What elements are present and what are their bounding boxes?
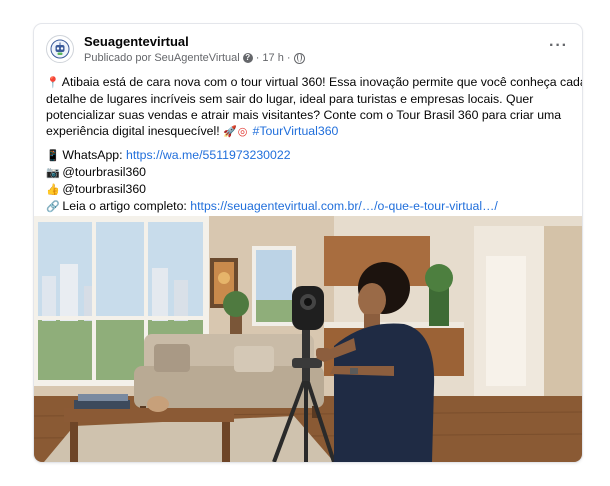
photo-illustration bbox=[34, 216, 582, 462]
text-line: 📍 Atibaia está de cara nova com o tour v… bbox=[46, 75, 582, 89]
text-line: experiência digital inesquecível! 🚀◎ #To… bbox=[46, 124, 339, 138]
phone-icon: 📱 bbox=[46, 150, 60, 162]
meta-dot: · bbox=[255, 52, 260, 64]
robot-logo-icon bbox=[50, 39, 70, 59]
rocket-icon: 🚀 bbox=[223, 126, 237, 138]
whatsapp-link[interactable]: https://wa.me/5511973230022 bbox=[126, 148, 291, 162]
pin-icon: 📍 bbox=[46, 77, 60, 89]
post-time[interactable]: 17 h bbox=[262, 52, 283, 64]
article-link[interactable]: https://seuagentevirtual.com.br/…/o-que-… bbox=[190, 199, 498, 213]
article-line: 🔗 Leia o artigo completo: https://seuage… bbox=[46, 199, 498, 213]
post-text: 📍 Atibaia está de cara nova com o tour v… bbox=[46, 74, 582, 222]
post-paragraph: 📍 Atibaia está de cara nova com o tour v… bbox=[46, 74, 582, 140]
question-icon[interactable]: ? bbox=[242, 53, 253, 63]
instagram-line: 📷 @tourbrasil360 bbox=[46, 165, 146, 179]
text-line: detalhe de lugares incríveis sem sair do… bbox=[46, 92, 534, 106]
target-icon: ◎ bbox=[237, 126, 248, 138]
whatsapp-line: 📱 WhatsApp: https://wa.me/5511973230022 bbox=[46, 148, 291, 162]
globe-icon bbox=[293, 52, 305, 64]
hashtag-link[interactable]: #TourVirtual360 bbox=[252, 124, 338, 138]
post-meta: Publicado por SeuAgenteVirtual ? · 17 h … bbox=[84, 52, 305, 64]
page-name[interactable]: Seuagentevirtual bbox=[84, 34, 189, 49]
post-photo[interactable] bbox=[34, 216, 582, 462]
meta-dot: · bbox=[286, 52, 291, 64]
more-options-button[interactable]: ··· bbox=[549, 37, 568, 55]
post-card: Seuagentevirtual Publicado por SeuAgente… bbox=[34, 24, 582, 462]
post-header: Seuagentevirtual Publicado por SeuAgente… bbox=[34, 24, 582, 68]
published-by: Publicado por SeuAgenteVirtual bbox=[84, 52, 240, 64]
camera-icon: 📷 bbox=[46, 167, 60, 179]
thumbs-up-icon: 👍 bbox=[46, 184, 60, 196]
contact-block: 📱 WhatsApp: https://wa.me/5511973230022 … bbox=[46, 147, 572, 215]
link-icon: 🔗 bbox=[46, 201, 60, 213]
facebook-line: 👍 @tourbrasil360 bbox=[46, 182, 146, 196]
text-line: potencializar suas vendas e atrair mais … bbox=[46, 108, 562, 122]
page-avatar[interactable] bbox=[46, 35, 74, 63]
